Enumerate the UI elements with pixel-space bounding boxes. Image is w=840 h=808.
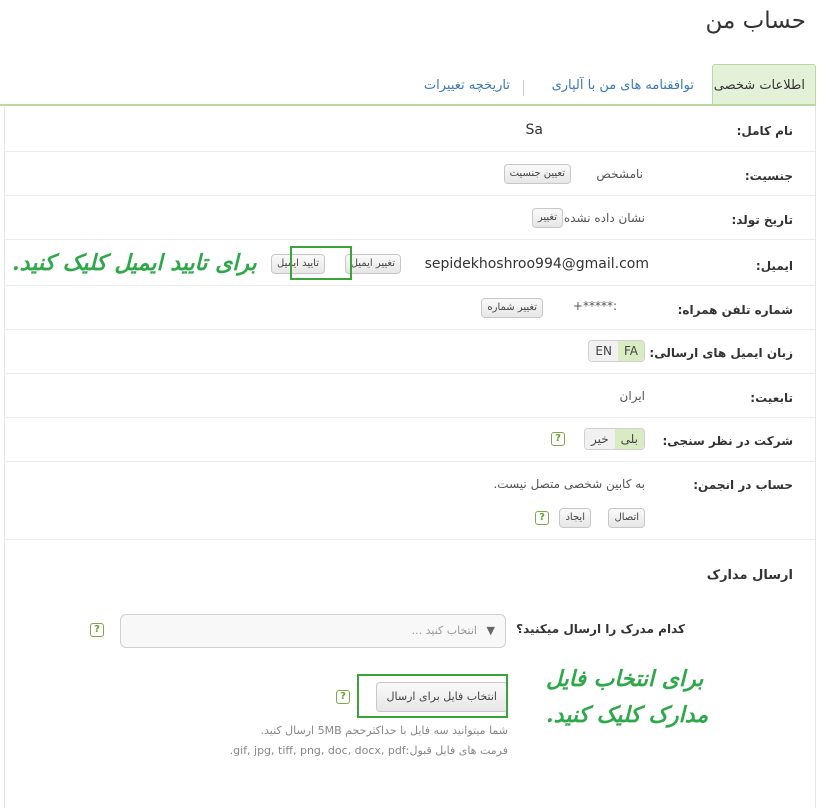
verify-email-highlight — [290, 246, 352, 280]
language-option-fa[interactable]: FA — [617, 341, 644, 361]
survey-option-yes[interactable]: بلی — [614, 429, 644, 449]
forum-status: به کابین شخصی متصل نیست. — [493, 477, 645, 491]
birthdate-label: تاریخ تولد: — [731, 213, 793, 227]
file-select-annotation-line1: برای انتخاب فایل — [546, 666, 704, 692]
email-label: ایمیل: — [755, 259, 793, 273]
gender-value: نامشخص — [596, 167, 643, 181]
survey-label: شرکت در نظر سنجی: — [662, 434, 794, 448]
survey-option-no[interactable]: خیر — [585, 429, 615, 449]
fullname-value: Sa — [525, 122, 543, 138]
change-email-button[interactable]: تغییر ایمیل — [344, 254, 401, 274]
citizenship-row: تابعیت: ایران — [5, 374, 815, 418]
forum-help-icon[interactable]: ? — [535, 511, 549, 525]
set-gender-button[interactable]: تعیین جنسیت — [503, 164, 571, 184]
tab-agreements[interactable]: توافقنامه های من با آلپاری — [542, 68, 704, 106]
gender-label: جنسیت: — [744, 169, 793, 183]
forum-create-button[interactable]: ایجاد — [559, 508, 591, 528]
tab-change-history[interactable]: تاریخچه تغییرات — [414, 68, 520, 106]
language-option-en[interactable]: EN — [589, 341, 618, 361]
email-language-row: زبان ایمیل های ارسالی: EN FA — [5, 330, 815, 374]
phone-row: شماره تلفن همراه: +*****: تغییر شماره — [5, 286, 815, 330]
survey-toggle[interactable]: خیر بلی — [584, 428, 645, 450]
documents-title: ارسال مدارک — [706, 568, 793, 583]
document-type-label: کدام مدرک را ارسال میکنید؟ — [516, 622, 685, 636]
gender-row: جنسیت: نامشخص تعیین جنسیت — [5, 152, 815, 196]
email-language-label: زبان ایمیل های ارسالی: — [649, 346, 793, 360]
upload-format-note: فرمت های فایل قبول:gif, jpg, tiff, png, … — [229, 744, 508, 757]
upload-size-note: شما میتوانید سه فایل با حداکثرحجم 5MB ار… — [260, 724, 508, 737]
citizenship-value: ایران — [619, 389, 645, 403]
document-type-placeholder: انتخاب کنید ... — [411, 624, 477, 637]
dropdown-arrow-icon: ▼ — [486, 624, 495, 637]
tab-divider — [523, 80, 524, 96]
tabs-bar: اطلاعات شخصی توافقنامه های من با آلپاری … — [0, 64, 816, 106]
phone-label: شماره تلفن همراه: — [677, 303, 793, 317]
upload-help-icon[interactable]: ? — [336, 690, 350, 704]
birthdate-row: تاریخ تولد: نشان داده نشده تغییر — [5, 196, 815, 240]
survey-row: شرکت در نظر سنجی: خیر بلی ? — [5, 418, 815, 462]
phone-value: +*****: — [572, 299, 617, 313]
email-language-toggle[interactable]: EN FA — [588, 340, 645, 362]
document-type-select[interactable]: ▼ انتخاب کنید ... — [120, 614, 506, 648]
birthdate-value: نشان داده نشده — [563, 211, 645, 225]
email-value: sepidekhoshroo994@gmail.com — [424, 256, 649, 272]
fullname-row: نام کامل: Sa — [5, 106, 815, 152]
change-phone-button[interactable]: تغییر شماره — [481, 298, 543, 318]
change-birthdate-button[interactable]: تغییر — [531, 208, 563, 228]
fullname-label: نام کامل: — [736, 124, 793, 138]
file-select-annotation-line2: مدارک کلیک کنید. — [546, 702, 709, 728]
survey-help-icon[interactable]: ? — [551, 432, 565, 446]
forum-row: حساب در انجمن: به کابین شخصی متصل نیست. … — [5, 462, 815, 540]
citizenship-label: تابعیت: — [750, 391, 793, 405]
forum-connect-button[interactable]: اتصال — [608, 508, 645, 528]
email-verify-annotation: برای تایید ایمیل کلیک کنید. — [12, 250, 257, 276]
choose-file-highlight — [357, 674, 508, 718]
forum-label: حساب در انجمن: — [693, 478, 793, 492]
page-title: حساب من — [705, 8, 806, 34]
tab-personal-info[interactable]: اطلاعات شخصی — [712, 64, 816, 106]
document-help-icon[interactable]: ? — [90, 623, 104, 637]
